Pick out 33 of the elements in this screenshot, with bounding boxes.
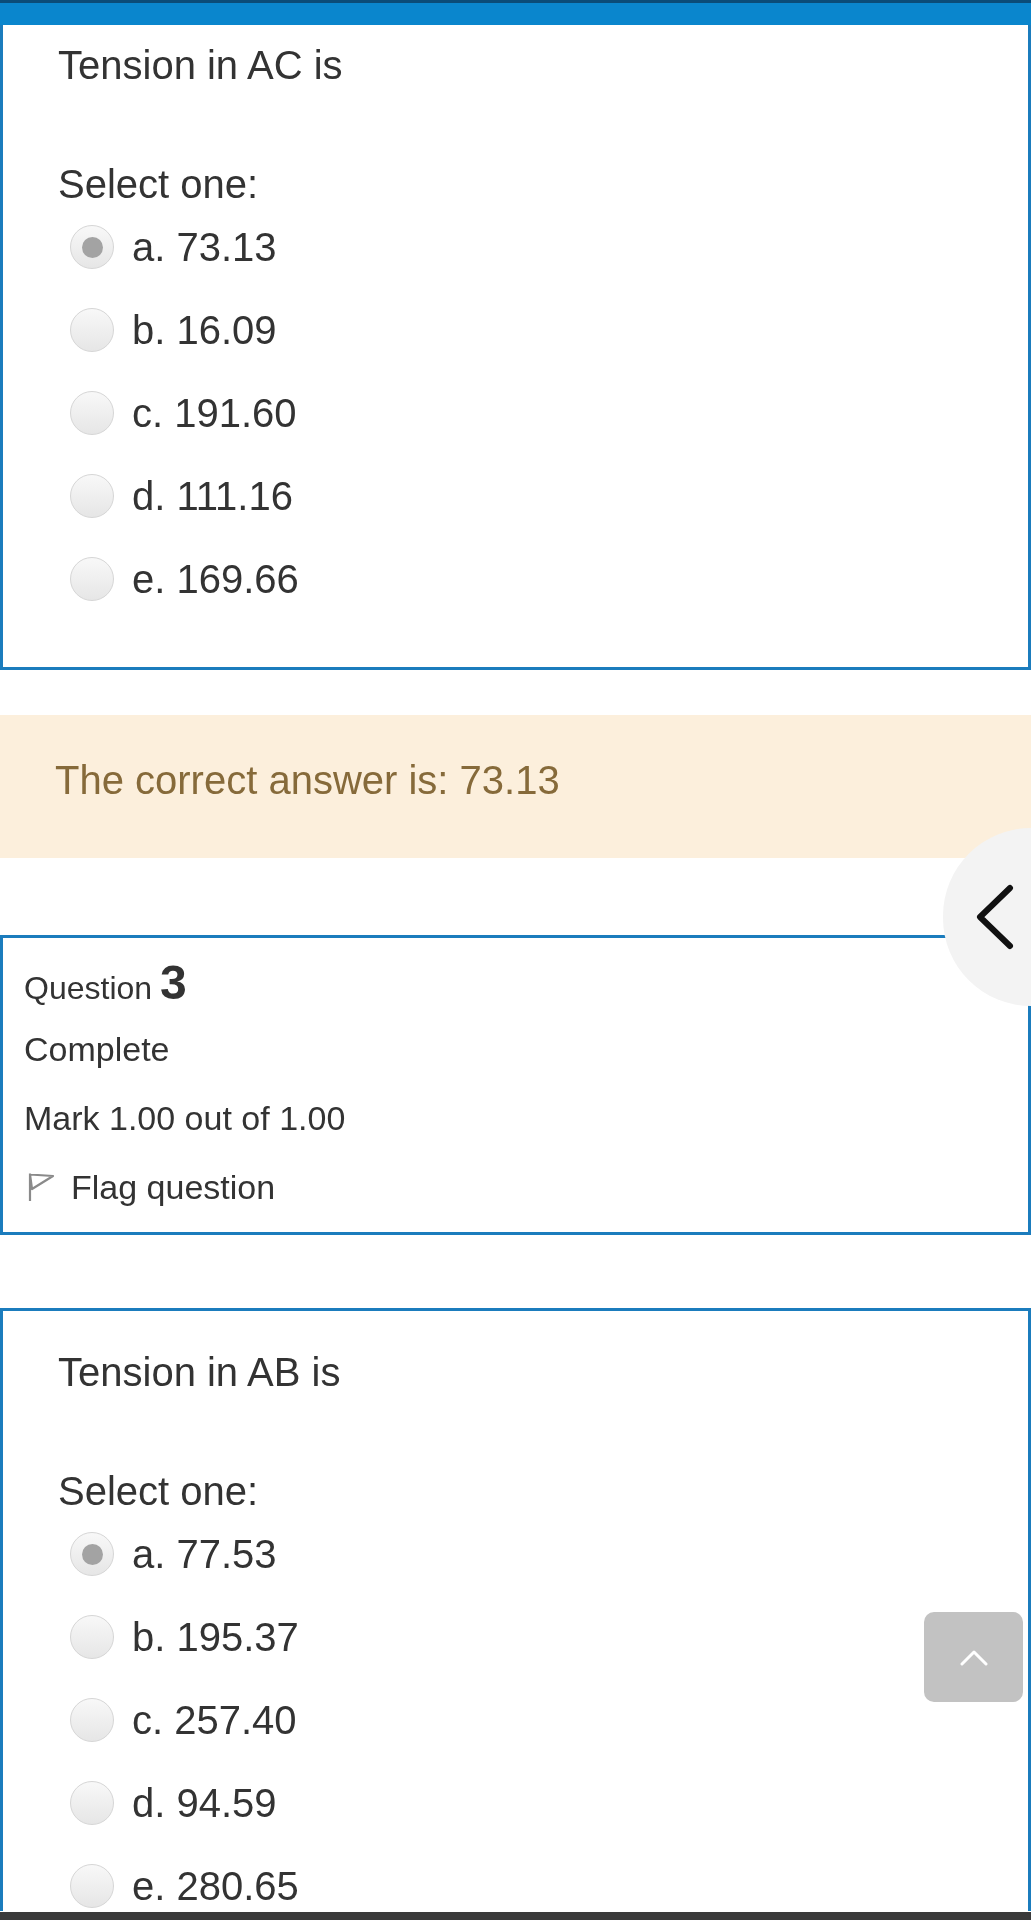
question-mark: Mark 1.00 out of 1.00 [24, 1098, 346, 1139]
chevron-up-icon [959, 1648, 988, 1666]
radio-button[interactable] [70, 1698, 114, 1742]
question-text: Tension in AC is [58, 43, 343, 87]
answer-option-label: d. 94.59 [132, 1781, 277, 1825]
question-label: Question [24, 969, 153, 1008]
select-one-label: Select one: [58, 1469, 259, 1513]
select-one-label: Select one: [58, 162, 259, 206]
answer-option-label: d. 111.16 [132, 474, 293, 518]
answer-option-label: a. 77.53 [132, 1532, 277, 1576]
answer-option-label: b. 195.37 [132, 1615, 299, 1659]
radio-button[interactable] [70, 474, 114, 518]
radio-button[interactable] [70, 225, 114, 269]
radio-button[interactable] [70, 391, 114, 435]
answer-option-label: c. 191.60 [132, 391, 297, 435]
radio-button[interactable] [70, 308, 114, 352]
answer-option-label: e. 169.66 [132, 557, 299, 601]
answer-option-label: e. 280.65 [132, 1864, 299, 1908]
radio-button[interactable] [70, 1781, 114, 1825]
chevron-left-icon [974, 884, 1014, 950]
question-status: Complete [24, 1029, 170, 1070]
radio-button[interactable] [70, 1864, 114, 1908]
answer-option-label: c. 257.40 [132, 1698, 297, 1742]
correct-answer-text: The correct answer is: 73.13 [55, 758, 560, 802]
flag-question-link[interactable]: Flag question [24, 1165, 276, 1209]
radio-button[interactable] [70, 1615, 114, 1659]
question-text: Tension in AB is [58, 1350, 341, 1394]
radio-button[interactable] [70, 1532, 114, 1576]
back-to-top-button[interactable] [924, 1612, 1023, 1702]
question-number: 3 [160, 958, 187, 1008]
answer-option-label: b. 16.09 [132, 308, 277, 352]
answer-option-label: a. 73.13 [132, 225, 277, 269]
radio-button[interactable] [70, 557, 114, 601]
